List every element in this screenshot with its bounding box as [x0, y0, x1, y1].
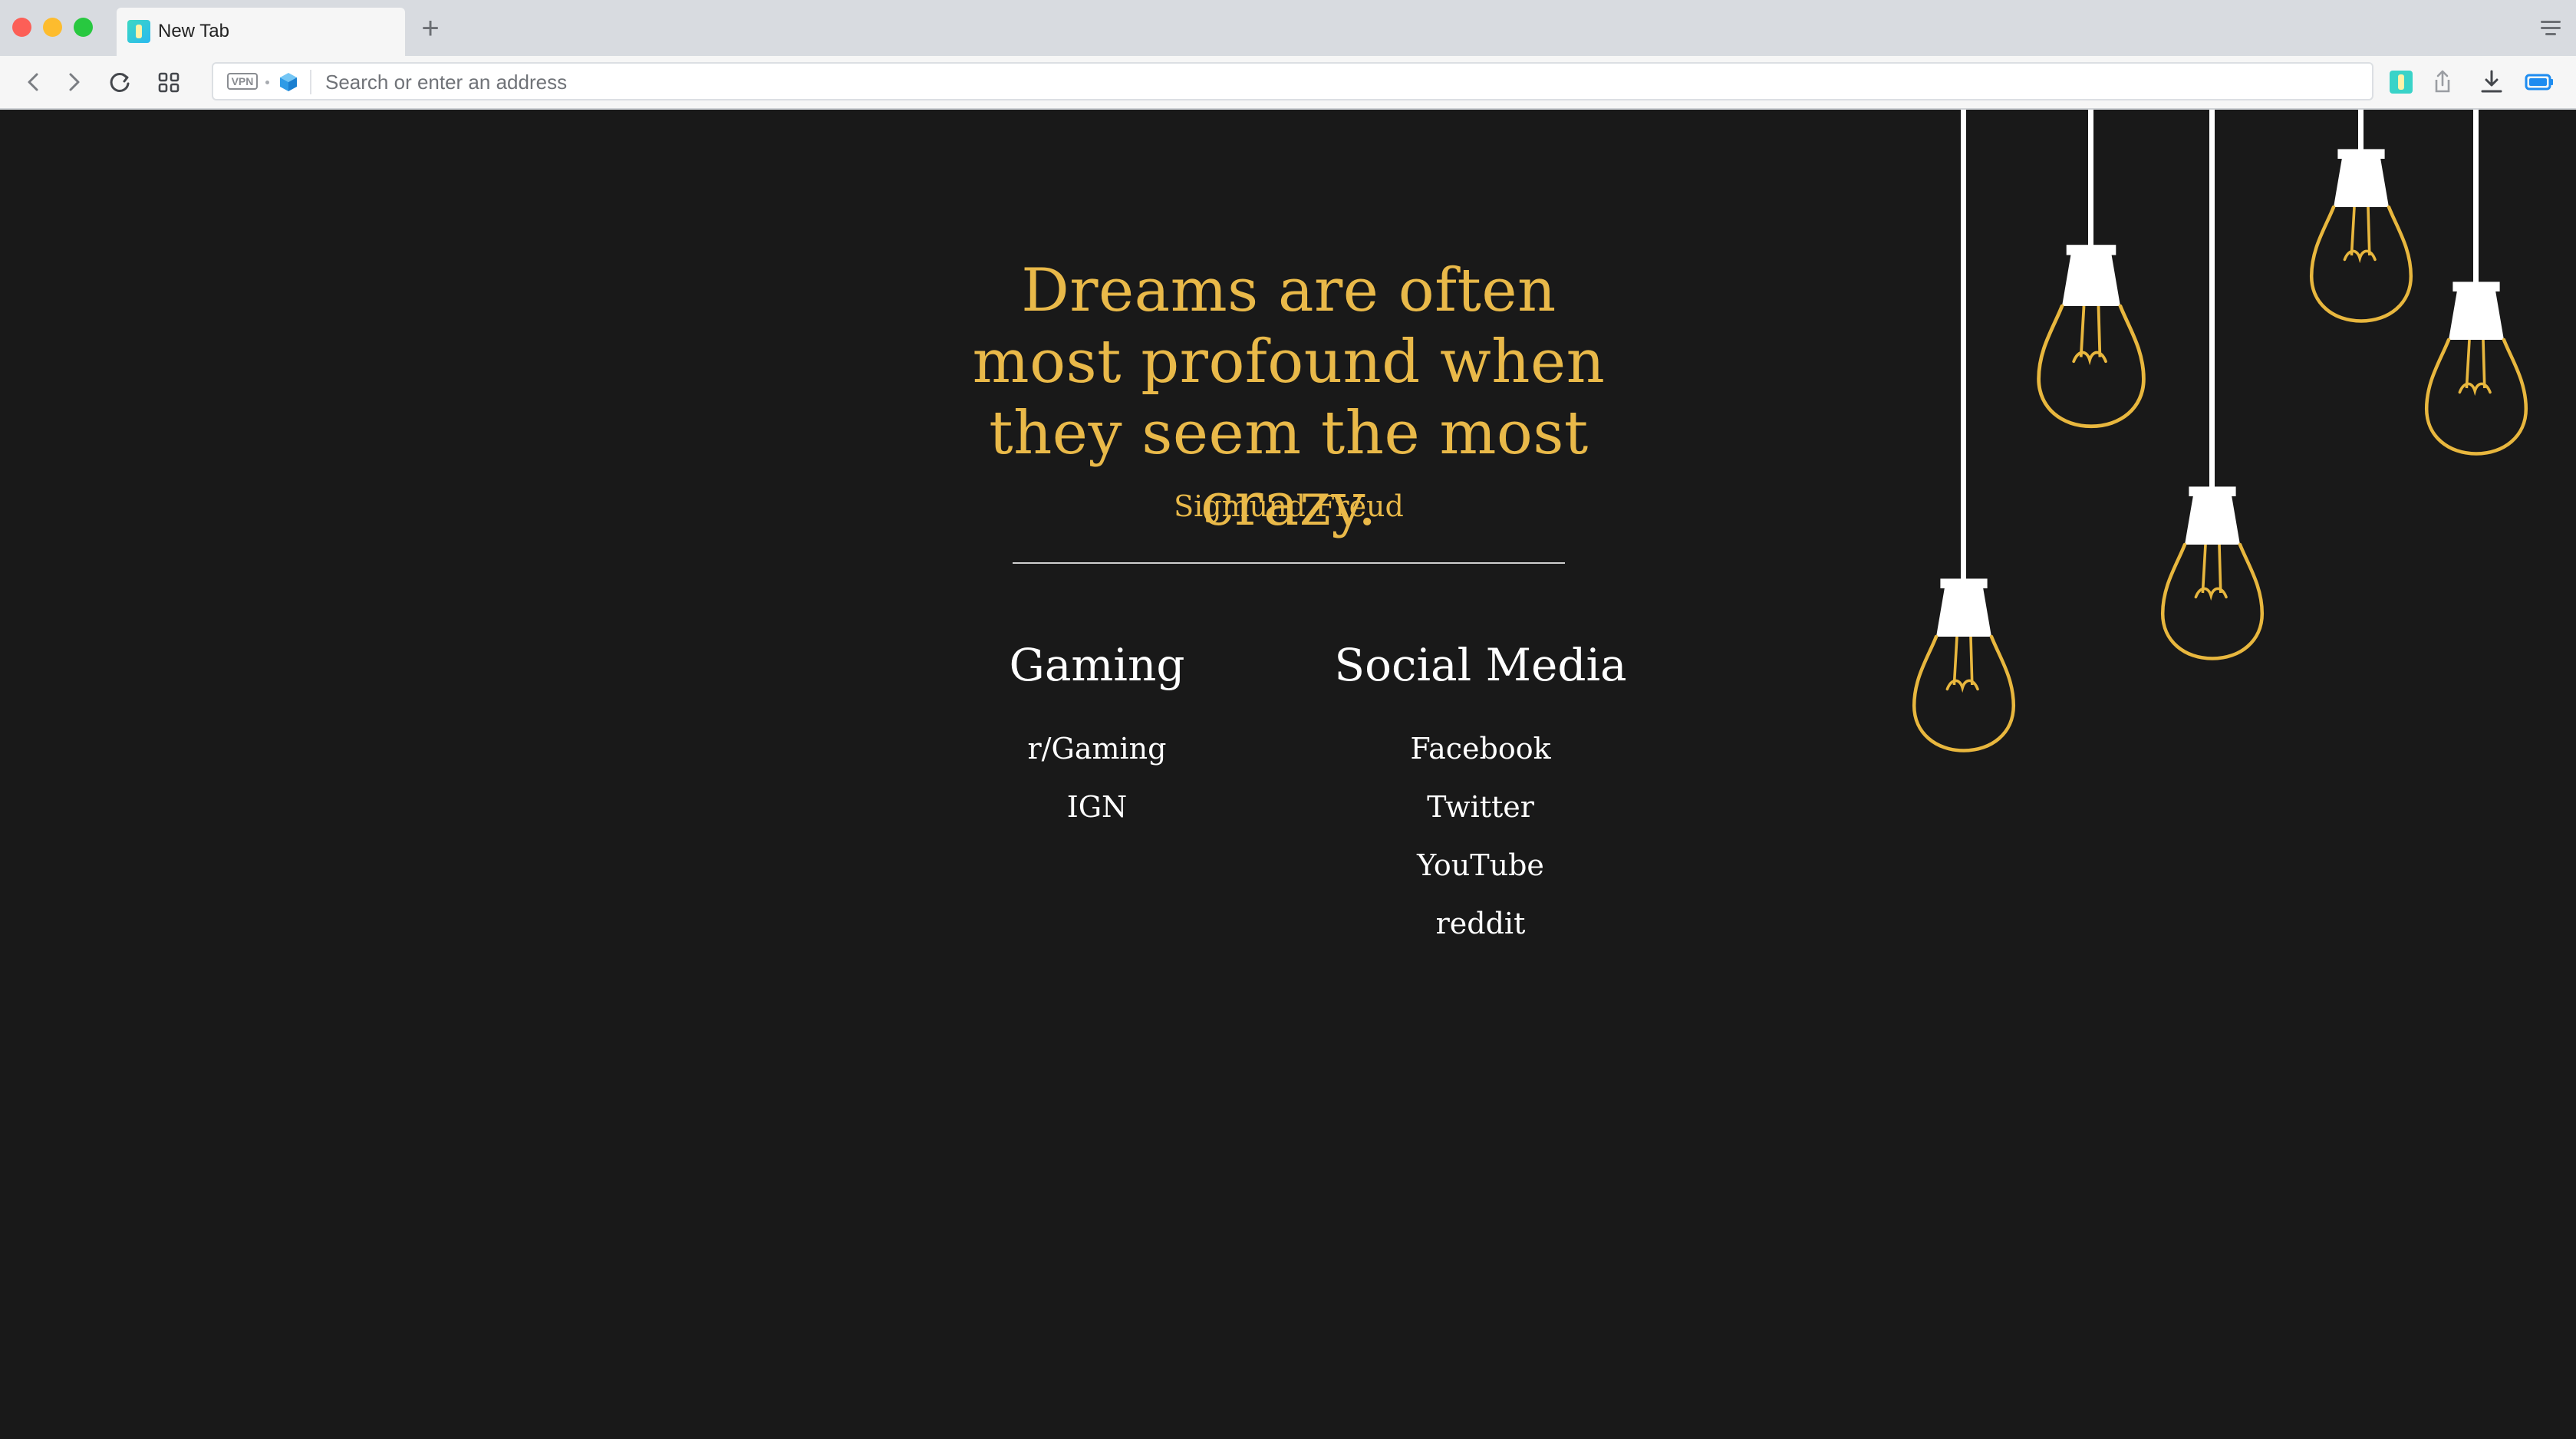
hanging-lightbulb-icon: [1914, 110, 2014, 751]
gaming-heading: Gaming: [1009, 639, 1185, 691]
tab-title: New Tab: [158, 21, 229, 41]
tab-new-tab[interactable]: New Tab: [117, 8, 405, 56]
link-r-gaming[interactable]: r/Gaming: [1028, 729, 1167, 768]
link-facebook[interactable]: Facebook: [1410, 729, 1550, 768]
link-twitter[interactable]: Twitter: [1427, 788, 1534, 826]
link-reddit[interactable]: reddit: [1436, 904, 1526, 943]
speed-dial-icon[interactable]: [153, 67, 184, 97]
address-separator: [310, 70, 311, 94]
list-item: reddit: [1304, 904, 1657, 963]
close-window-icon[interactable]: [12, 18, 31, 37]
toolbar: VPN: [0, 56, 2576, 110]
address-bar[interactable]: VPN: [212, 62, 2373, 100]
list-item: Twitter: [1304, 788, 1657, 846]
social-media-links: Facebook Twitter YouTube reddit: [1304, 729, 1657, 963]
hanging-lightbulbs-illustration: [1902, 110, 2576, 800]
separator-dot: [265, 81, 269, 84]
tab-bar: New Tab +: [0, 0, 2576, 56]
minimize-window-icon[interactable]: [43, 18, 62, 37]
new-tab-button[interactable]: +: [417, 8, 443, 49]
battery-icon[interactable]: [2524, 67, 2555, 97]
download-icon[interactable]: [2476, 67, 2507, 97]
address-input[interactable]: [324, 68, 2321, 97]
hanging-lightbulb-icon: [2039, 110, 2144, 426]
tab-menu-icon[interactable]: [2539, 18, 2562, 37]
hanging-lightbulb-icon: [2163, 110, 2262, 659]
hanging-lightbulb-icon: [2311, 110, 2411, 321]
vpn-badge[interactable]: VPN: [227, 73, 258, 90]
start-page: Dreams are often most profound when they…: [0, 110, 2576, 1439]
link-youtube[interactable]: YouTube: [1417, 846, 1544, 884]
forward-icon[interactable]: [58, 67, 89, 97]
social-media-heading: Social Media: [1334, 639, 1627, 691]
zoom-window-icon[interactable]: [74, 18, 93, 37]
list-item: YouTube: [1304, 846, 1657, 904]
hanging-lightbulb-icon: [2426, 110, 2526, 454]
list-item: r/Gaming: [990, 729, 1204, 788]
gaming-links: r/Gaming IGN: [990, 729, 1204, 846]
back-icon[interactable]: [18, 67, 49, 97]
list-item: Facebook: [1304, 729, 1657, 788]
reload-icon[interactable]: [104, 67, 135, 97]
quote-author: Sigmund Freud: [1174, 489, 1404, 523]
site-info-icon[interactable]: [278, 71, 299, 93]
share-icon[interactable]: [2427, 67, 2458, 97]
link-ign[interactable]: IGN: [1067, 788, 1128, 826]
extension-icon[interactable]: [2386, 67, 2416, 97]
list-item: IGN: [990, 788, 1204, 846]
divider: [1013, 562, 1565, 564]
tab-favicon-icon: [127, 20, 150, 43]
